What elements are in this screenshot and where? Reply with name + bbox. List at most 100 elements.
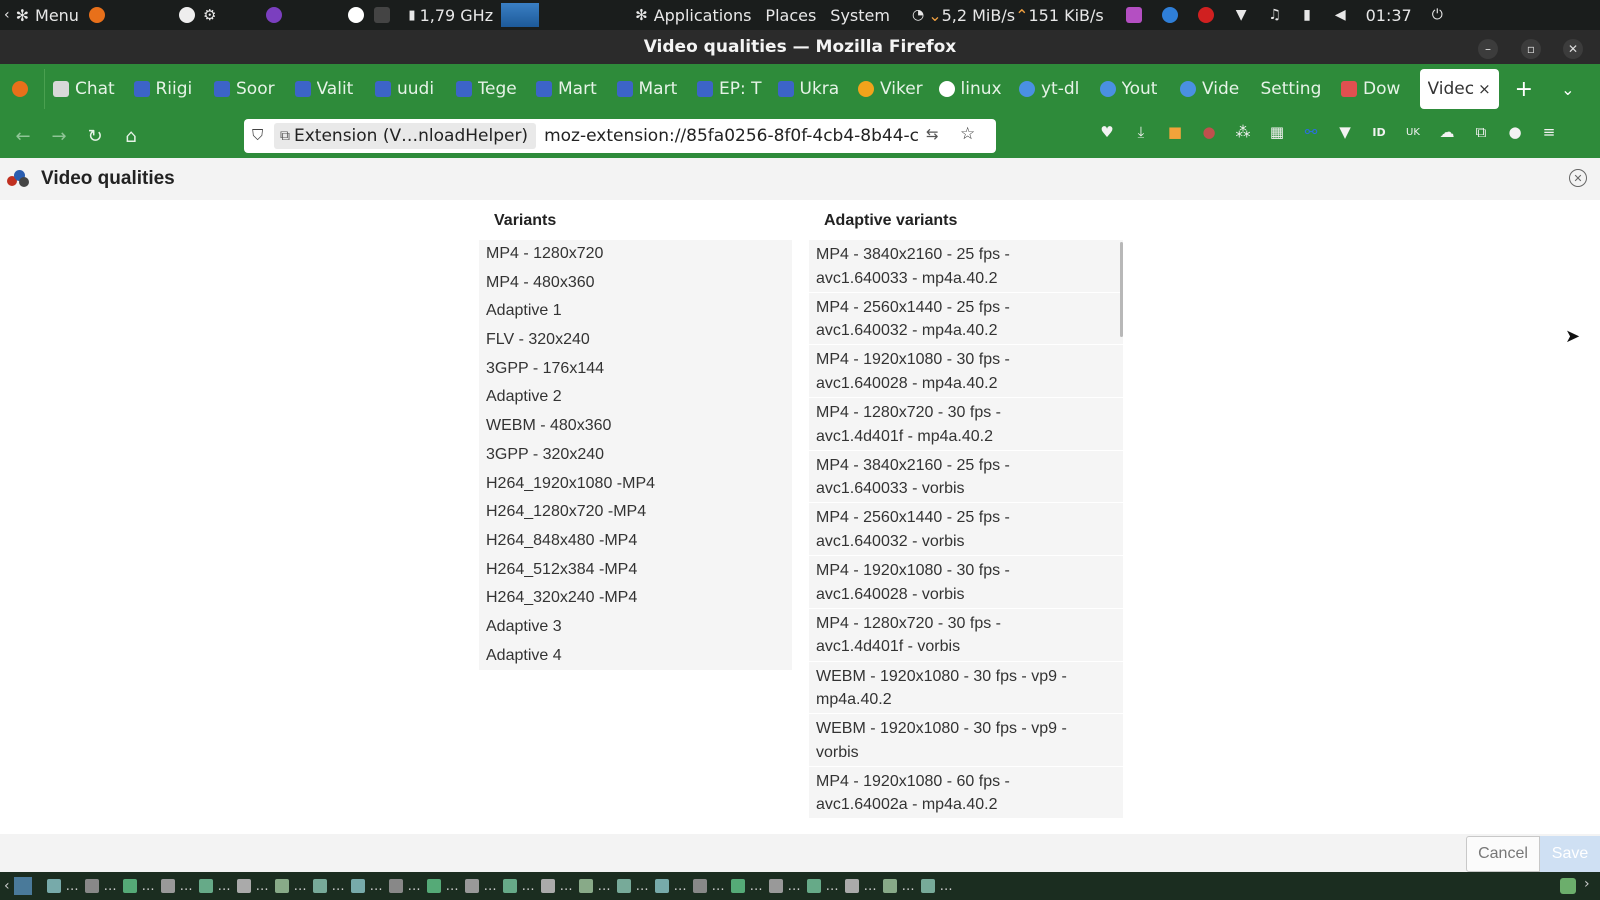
variant-item[interactable]: Adaptive 3	[479, 613, 792, 642]
tab-item[interactable]: Tege	[448, 69, 529, 109]
tab-item[interactable]: Viker	[850, 69, 931, 109]
accessibility-icon[interactable]	[178, 7, 195, 23]
filter-icon[interactable]: ▼	[1334, 121, 1356, 143]
bookmark-star-icon[interactable]: ☆	[960, 124, 975, 144]
places-menu[interactable]: Places	[765, 6, 816, 25]
adaptive-variant-item[interactable]: MP4 - 2560x1440 - 25 fps - avc1.640032 - …	[809, 292, 1123, 346]
terminal-icon[interactable]	[374, 7, 391, 23]
new-tab-button[interactable]: +	[1515, 77, 1533, 102]
taskbar-window-item[interactable]: …	[768, 875, 801, 897]
link-icon[interactable]: ⚯	[1300, 121, 1322, 143]
variant-item[interactable]: H264_512x384 -MP4	[479, 556, 792, 585]
save-button[interactable]: Save	[1540, 836, 1600, 872]
notification-icon[interactable]: ♫	[1269, 7, 1282, 23]
tab-item[interactable]: uudi	[367, 69, 448, 109]
system-menu[interactable]: System	[830, 6, 890, 25]
minimize-button[interactable]: –	[1478, 39, 1498, 59]
firefox-view-icon[interactable]	[12, 81, 28, 97]
adaptive-variant-item[interactable]: MP4 - 3840x2160 - 25 fps - avc1.640033 - …	[809, 450, 1123, 504]
tab-item[interactable]: Soor	[206, 69, 287, 109]
taskbar-window-item[interactable]: …	[388, 875, 421, 897]
close-window-button[interactable]: ✕	[1563, 39, 1583, 59]
extension-puzzle-2-icon[interactable]: ⁂	[1232, 121, 1254, 143]
tab-item[interactable]: Valit	[287, 69, 368, 109]
clock[interactable]: 01:37	[1366, 6, 1412, 25]
pocket-icon[interactable]: ♥	[1096, 121, 1118, 143]
back-button[interactable]: ←	[8, 121, 38, 151]
applications-menu[interactable]: Applications	[654, 6, 752, 25]
variant-item[interactable]: 3GPP - 320x240	[479, 441, 792, 470]
taskbar-window-item[interactable]: …	[426, 875, 459, 897]
close-tab-icon[interactable]: ×	[1478, 80, 1491, 98]
taskbar-window-item[interactable]: …	[84, 875, 117, 897]
power-icon[interactable]: ⏻	[1432, 7, 1443, 23]
variant-item[interactable]: FLV - 320x240	[479, 326, 792, 355]
tor-icon[interactable]	[266, 7, 283, 23]
tab-list-chevron-icon[interactable]: ⌄	[1561, 80, 1574, 99]
adaptive-list-scrollbar[interactable]	[1120, 242, 1123, 337]
show-desktop-icon[interactable]	[13, 877, 32, 895]
url-text[interactable]: moz-extension://85fa0256-8f0f-4cb4-8b44-…	[544, 126, 922, 146]
dialog-close-icon[interactable]: ✕	[1569, 169, 1587, 187]
adaptive-variant-item[interactable]: WEBM - 1920x1080 - 30 fps - vp9 - vorbis	[809, 714, 1123, 767]
adaptive-variant-item[interactable]: MP4 - 1920x1080 - 60 fps - avc1.64002a - …	[809, 766, 1123, 818]
identity-box[interactable]: ⧉ Extension (V…nloadHelper)	[274, 123, 537, 149]
taskbar-right-arrow-icon[interactable]: ›	[1584, 876, 1590, 892]
chrome-tray-icon[interactable]	[1161, 7, 1178, 23]
opera-icon[interactable]	[348, 7, 365, 23]
taskbar-window-item[interactable]: …	[616, 875, 649, 897]
taskbar-window-item[interactable]: …	[350, 875, 383, 897]
menu-button[interactable]: ✻ Menu	[16, 6, 79, 25]
taskbar-window-item[interactable]: …	[312, 875, 345, 897]
taskbar-window-item[interactable]: …	[198, 875, 231, 897]
tab-item[interactable]: linux	[931, 69, 1012, 109]
extension-orange-icon[interactable]: ■	[1164, 121, 1186, 143]
adaptive-variant-item[interactable]: MP4 - 1920x1080 - 30 fps - avc1.640028 - …	[809, 345, 1123, 399]
taskbar-window-item[interactable]: …	[464, 875, 497, 897]
shield-icon[interactable]: ⛉	[252, 126, 263, 144]
translate-icon[interactable]: ⇆	[926, 125, 939, 143]
taskbar-window-item[interactable]: …	[654, 875, 687, 897]
volume-icon[interactable]: ◀	[1335, 7, 1346, 23]
app-tray-icon[interactable]	[1125, 7, 1142, 23]
tab-item[interactable]: Mart	[609, 69, 690, 109]
taskbar-window-item[interactable]: …	[540, 875, 573, 897]
variant-item[interactable]: MP4 - 480x360	[479, 269, 792, 298]
ublock-icon[interactable]: ●	[1198, 121, 1220, 143]
firefox-launcher-icon[interactable]	[88, 7, 105, 23]
taskbar-window-item[interactable]: …	[578, 875, 611, 897]
adaptive-variant-item[interactable]: MP4 - 2560x1440 - 25 fps - avc1.640032 - …	[809, 503, 1123, 557]
record-tray-icon[interactable]	[1197, 7, 1214, 23]
taskbar-window-item[interactable]: …	[730, 875, 763, 897]
taskbar-window-item[interactable]: …	[46, 875, 79, 897]
tab-item[interactable]: yt-dl	[1011, 69, 1092, 109]
variant-item[interactable]: Adaptive 2	[479, 383, 792, 412]
extensions-puzzle-icon[interactable]: ⧉	[1470, 121, 1492, 143]
network-tray-icon[interactable]: ▼	[1236, 7, 1247, 23]
tab-item[interactable]: EP: T	[689, 69, 770, 109]
wifi-icon[interactable]: ◔	[912, 7, 924, 23]
taskbar-window-item[interactable]: …	[844, 875, 877, 897]
taskbar-window-item[interactable]: …	[920, 875, 953, 897]
tab-item[interactable]: Ukra	[770, 69, 851, 109]
tab-item[interactable]: Mart	[528, 69, 609, 109]
tab-item[interactable]: Riigi	[126, 69, 207, 109]
tab-video-qualities[interactable]: Videc ×	[1419, 69, 1499, 109]
hamburger-menu-icon[interactable]: ≡	[1538, 121, 1560, 143]
maximize-button[interactable]: ▫	[1521, 39, 1541, 59]
tab-item[interactable]: Chat	[45, 69, 126, 109]
variants-list[interactable]: MP4 - 1280x720 MP4 - 480x360 Adaptive 1 FLV…	[479, 240, 792, 671]
id-icon[interactable]: ID	[1368, 121, 1390, 143]
taskbar-left-arrow-icon[interactable]: ‹	[4, 878, 10, 894]
tab-item[interactable]: Vide	[1172, 69, 1253, 109]
taskbar-window-item[interactable]: …	[236, 875, 269, 897]
variant-item[interactable]: H264_320x240 -MP4	[479, 584, 792, 613]
variant-item[interactable]: H264_1280x720 -MP4	[479, 498, 792, 527]
taskbar-window-item[interactable]: …	[806, 875, 839, 897]
cancel-button[interactable]: Cancel	[1466, 836, 1540, 872]
battery-icon[interactable]: ▮	[1303, 7, 1311, 23]
url-bar[interactable]: ⛉ ⧉ Extension (V…nloadHelper) moz-extens…	[244, 119, 996, 153]
taskbar-window-item[interactable]: …	[692, 875, 725, 897]
taskbar-window-item[interactable]: …	[882, 875, 915, 897]
variant-item[interactable]: Adaptive 1	[479, 297, 792, 326]
